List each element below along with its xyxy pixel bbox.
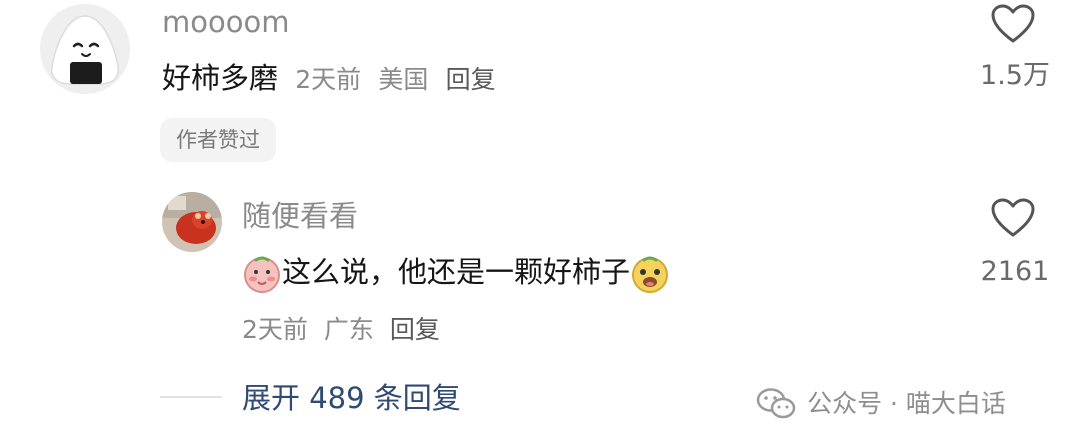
expand-replies-button[interactable]: 展开 489 条回复 xyxy=(242,378,461,418)
comment-text-content: 这么说，他还是一颗好柿子 xyxy=(282,255,631,289)
heart-icon xyxy=(991,198,1035,237)
username[interactable]: 随便看看 xyxy=(242,196,358,236)
comment-location: 美国 xyxy=(378,65,429,94)
author-liked-badge: 作者赞过 xyxy=(160,118,276,162)
like-button[interactable] xyxy=(990,4,1042,44)
rice-ball-avatar-icon xyxy=(40,4,130,94)
comment-time: 2天前 xyxy=(242,315,308,344)
wechat-icon xyxy=(756,387,796,421)
comment-time: 2天前 xyxy=(295,65,362,94)
comment-text[interactable]: 这么说，他还是一颗好柿子 xyxy=(242,250,670,294)
comment-text-content: 好柿多磨 xyxy=(162,61,279,95)
divider xyxy=(160,396,222,398)
like-count: 1.5万 xyxy=(980,60,1050,91)
like-button[interactable] xyxy=(990,198,1042,238)
reply-button[interactable]: 回复 xyxy=(446,65,496,94)
comment-text[interactable]: 好柿多磨 2天前 美国 回复 xyxy=(162,58,496,100)
avatar[interactable] xyxy=(162,192,222,252)
avatar[interactable] xyxy=(40,4,130,94)
username[interactable]: moooom xyxy=(162,4,289,40)
grinning-emoji-icon xyxy=(630,254,670,294)
reply-button[interactable]: 回复 xyxy=(390,315,440,344)
like-count: 2161 xyxy=(980,256,1050,287)
watermark-text: 公众号 · 喵大白话 xyxy=(807,389,1006,418)
red-panda-avatar-icon xyxy=(162,192,222,252)
heart-icon xyxy=(991,4,1035,43)
watermark: 公众号 · 喵大白话 xyxy=(756,384,1006,424)
comment-location: 广东 xyxy=(323,315,374,344)
comment-meta: 2天前 广东 回复 xyxy=(242,312,440,348)
blushing-emoji-icon xyxy=(242,254,282,294)
